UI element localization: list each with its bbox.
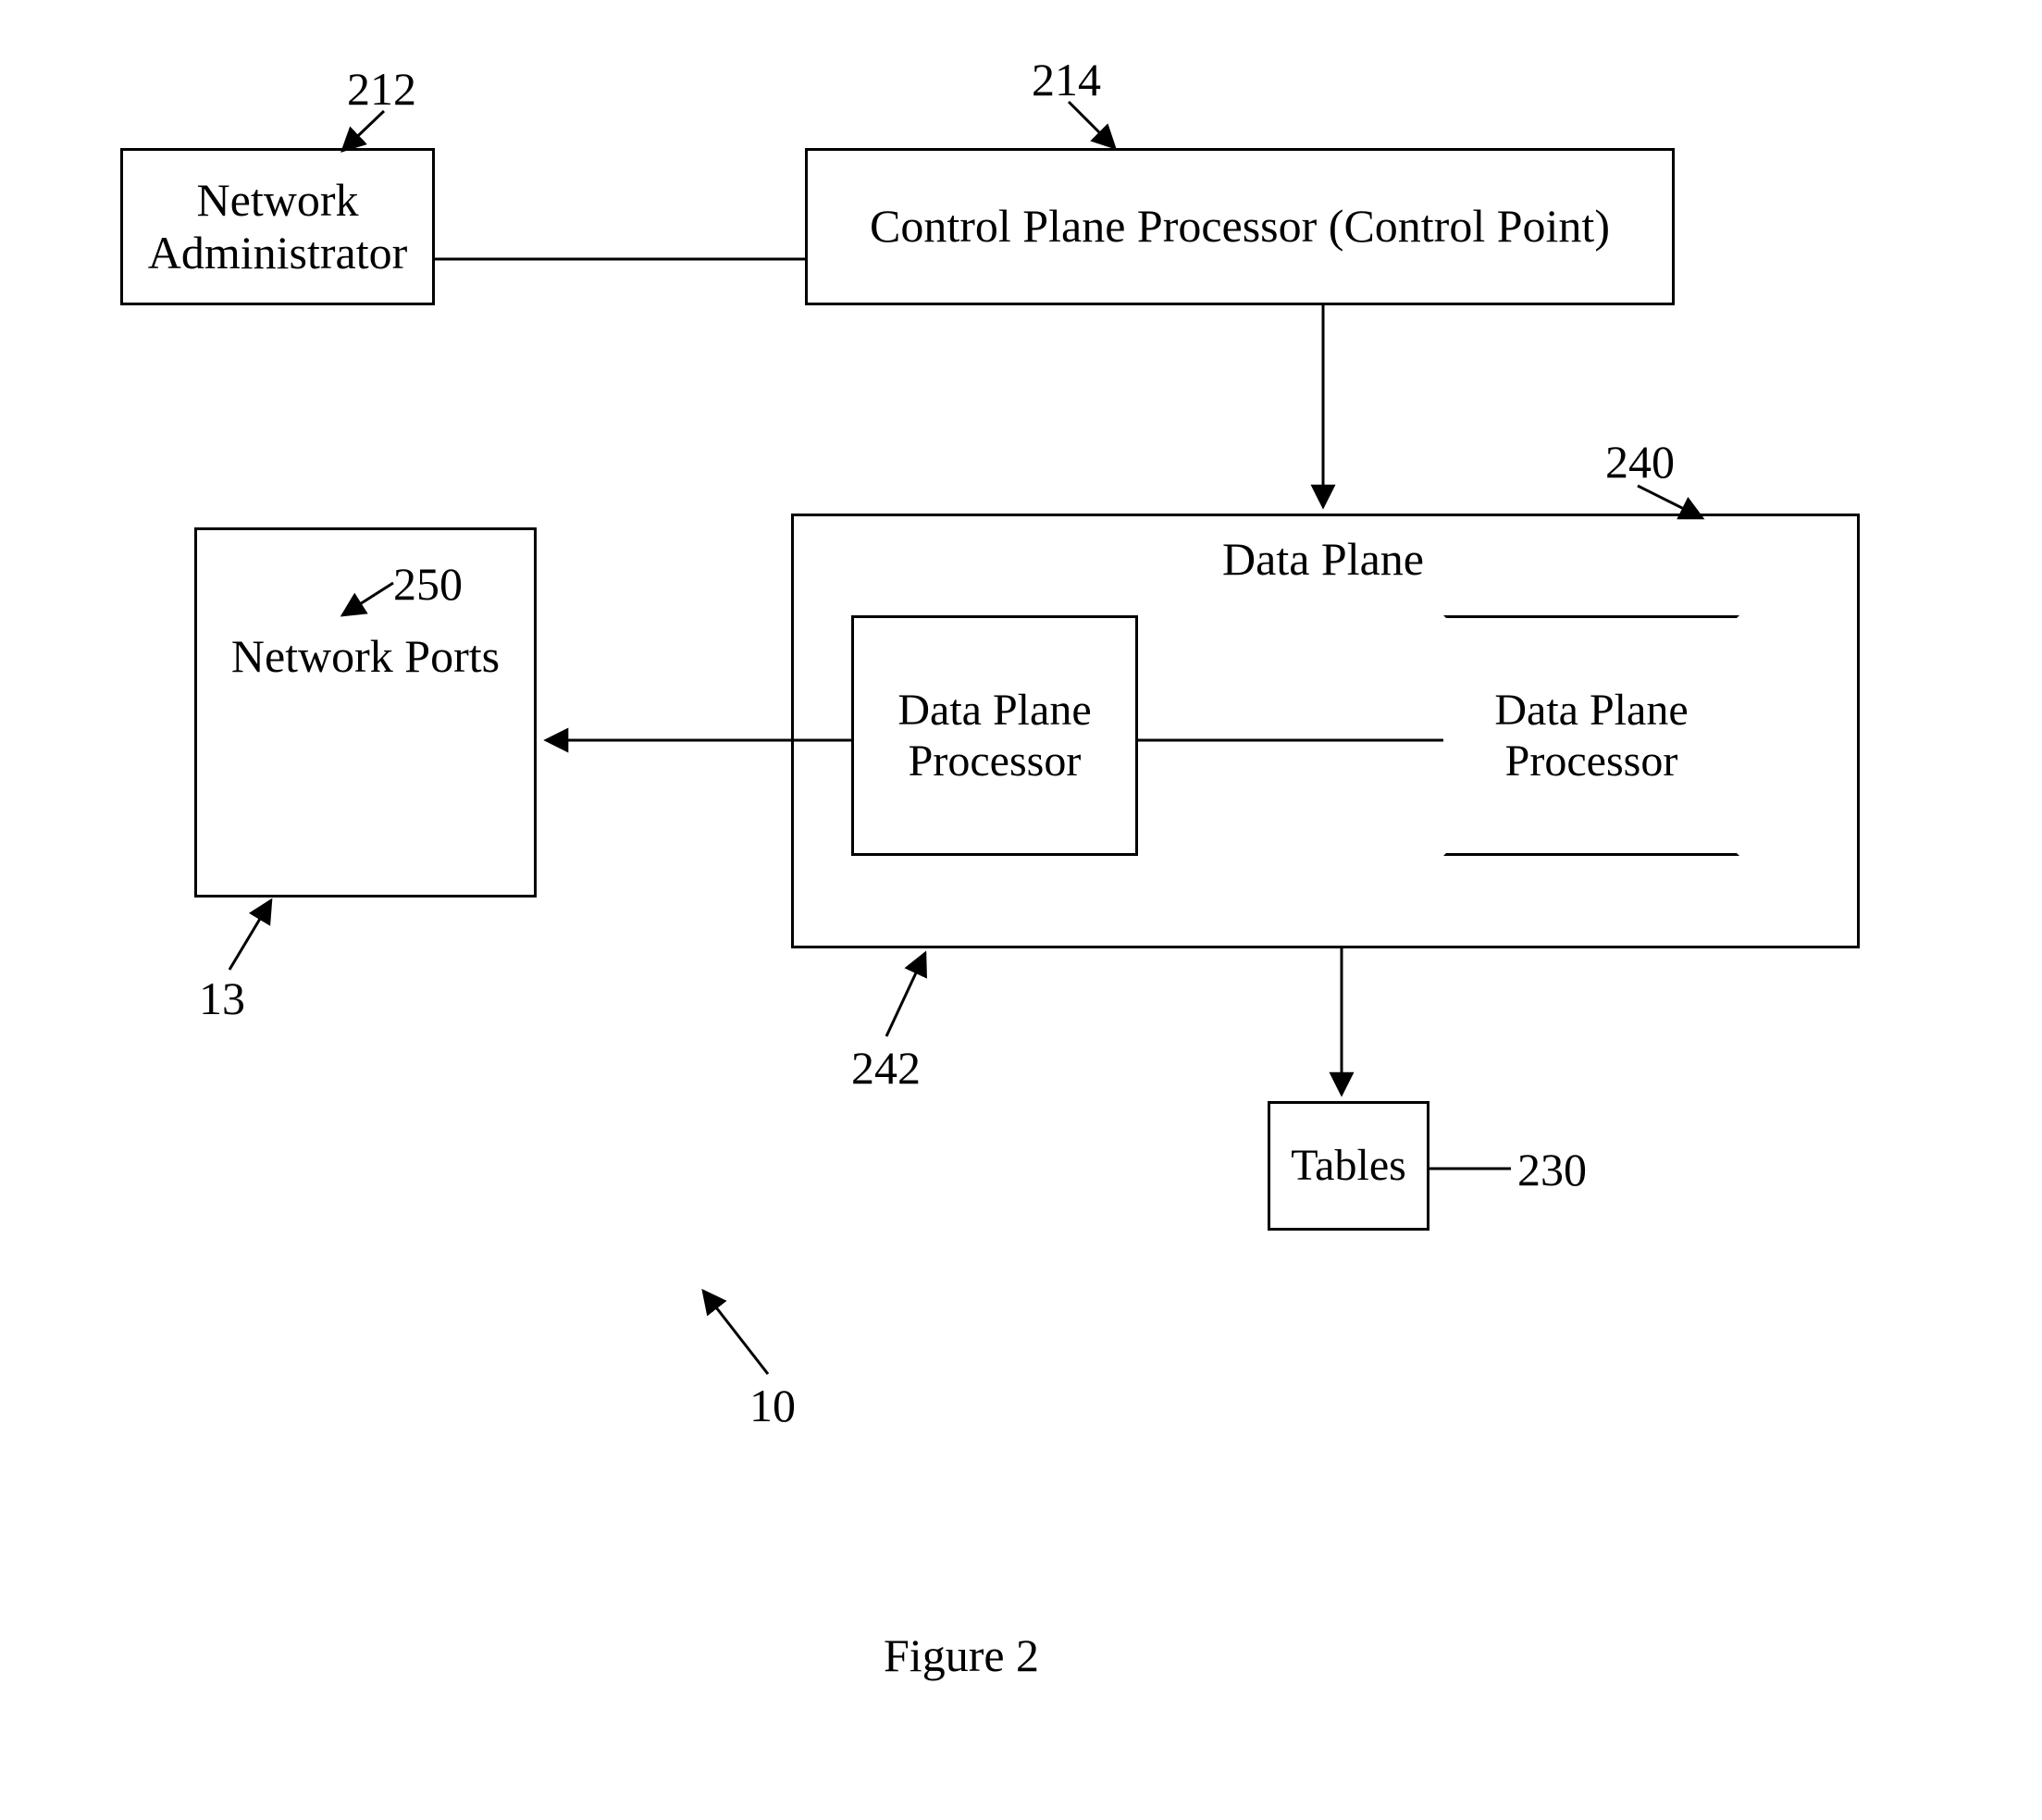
box-dpp-left: Data Plane Processor — [851, 615, 1138, 856]
box-tables: Tables — [1268, 1101, 1429, 1231]
figure-2-diagram: Network Administrator Control Plane Proc… — [0, 0, 2042, 1820]
ref-212: 212 — [347, 62, 416, 116]
box-network-administrator: Network Administrator — [120, 148, 435, 305]
box-dpp-right: Data Plane Processor — [1443, 615, 1739, 856]
ref-10: 10 — [749, 1379, 796, 1432]
leader-212 — [342, 111, 384, 151]
ref-242: 242 — [851, 1041, 921, 1095]
dpp-right-text: Data Plane Processor — [1446, 685, 1737, 786]
leader-13 — [229, 900, 271, 970]
box-network-ports-outer — [194, 527, 537, 898]
leader-10 — [703, 1291, 768, 1374]
figure-caption: Figure 2 — [884, 1628, 1039, 1682]
control-plane-processor-text: Control Plane Processor (Control Point) — [870, 200, 1610, 254]
box-control-plane-processor: Control Plane Processor (Control Point) — [805, 148, 1675, 305]
dpp-left-text: Data Plane Processor — [854, 685, 1135, 786]
tables-text: Tables — [1291, 1140, 1406, 1191]
data-plane-title: Data Plane — [1092, 532, 1554, 586]
ref-250: 250 — [393, 557, 463, 611]
ref-230: 230 — [1517, 1143, 1587, 1196]
network-administrator-text: Network Administrator — [123, 174, 432, 280]
ref-13: 13 — [199, 972, 245, 1025]
leader-214 — [1069, 102, 1115, 148]
ref-214: 214 — [1032, 53, 1101, 106]
leader-242 — [886, 953, 925, 1036]
ref-240: 240 — [1605, 435, 1675, 489]
network-ports-text: Network Ports — [213, 629, 518, 683]
